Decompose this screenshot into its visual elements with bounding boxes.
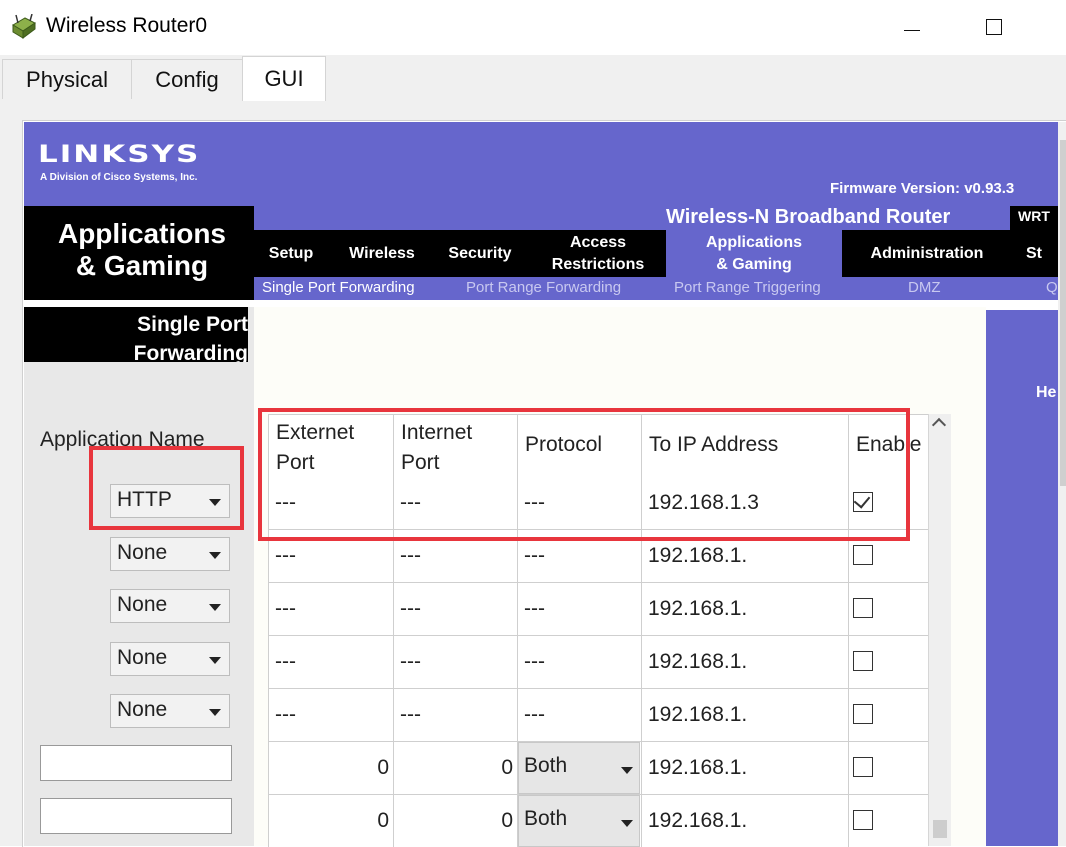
application-select-2[interactable]: None — [110, 537, 230, 571]
table-row: --- --- --- 192.168.1. — [269, 636, 929, 688]
application-select-1[interactable]: HTTP — [110, 484, 230, 518]
table-scrollbar[interactable] — [928, 414, 951, 846]
section-title: Applications & Gaming — [57, 218, 226, 281]
minimize-icon — [904, 29, 920, 31]
scroll-up-icon[interactable] — [931, 417, 947, 433]
ip-address-field[interactable]: 192.168.1. — [642, 530, 849, 582]
subnav-port-range-forwarding[interactable]: Port Range Forwarding — [466, 279, 621, 296]
scroll-thumb[interactable] — [933, 820, 947, 838]
port-forwarding-table: Externet Port Internet Port Protocol To IP… — [268, 414, 929, 847]
maximize-button[interactable] — [974, 10, 1014, 44]
table-row: --- --- --- 192.168.1. — [269, 689, 929, 741]
table-row: --- --- --- 192.168.1. — [269, 583, 929, 635]
subnav-qos[interactable]: Q — [1046, 279, 1058, 296]
nav-access-restrictions[interactable]: Access Restrictions — [532, 230, 664, 277]
column-header-internet-port: Internet Port — [394, 415, 518, 477]
minimize-button[interactable] — [892, 10, 932, 44]
linksys-logo-subtitle: A Division of Cisco Systems, Inc. — [40, 172, 198, 183]
chevron-down-icon — [621, 820, 633, 827]
application-select-4[interactable]: None — [110, 642, 230, 676]
product-name: Wireless-N Broadband Router — [666, 206, 951, 228]
enable-checkbox[interactable] — [853, 810, 873, 830]
tab-physical[interactable]: Physical — [2, 59, 132, 100]
application-name-label: Application Name — [40, 428, 205, 451]
maximize-icon — [986, 19, 1002, 35]
linksys-logo: LINKSYS — [38, 140, 201, 169]
tab-gui[interactable]: GUI — [242, 56, 326, 101]
device-tabs: Physical Config GUI — [0, 55, 1066, 101]
help-link[interactable]: He — [1036, 384, 1056, 402]
page-scroll-thumb[interactable] — [1060, 140, 1066, 486]
application-name-input-7[interactable] — [40, 798, 232, 834]
enable-checkbox[interactable] — [853, 598, 873, 618]
application-name-input-6[interactable] — [40, 745, 232, 781]
column-header-protocol: Protocol — [518, 415, 642, 477]
ip-address-field[interactable]: 192.168.1. — [642, 689, 849, 741]
subnav-single-port-forwarding[interactable]: Single Port Forwarding — [262, 279, 415, 296]
window-title-bar: Wireless Router0 — [0, 0, 1066, 55]
enable-checkbox[interactable] — [853, 545, 873, 565]
router-app-icon — [12, 14, 36, 39]
enable-checkbox[interactable] — [853, 704, 873, 724]
column-header-external-port: Externet Port — [269, 415, 394, 477]
chevron-down-icon — [209, 552, 221, 559]
enable-checkbox[interactable] — [853, 651, 873, 671]
chevron-down-icon — [621, 767, 633, 774]
ip-address-field[interactable]: 192.168.1. — [642, 742, 849, 794]
nav-setup[interactable]: Setup — [260, 230, 322, 277]
protocol-select[interactable]: Both — [518, 795, 640, 847]
nav-security[interactable]: Security — [436, 230, 524, 277]
table-row: 0 0 Both 192.168.1. — [269, 795, 929, 847]
window-title: Wireless Router0 — [46, 14, 208, 37]
ip-address-field[interactable]: 192.168.1.3 — [642, 477, 849, 529]
enable-checkbox[interactable] — [853, 491, 873, 512]
table-row: 0 0 Both 192.168.1. — [269, 742, 929, 794]
chevron-down-icon — [209, 604, 221, 611]
external-port-input[interactable]: 0 — [269, 742, 394, 794]
tab-config[interactable]: Config — [131, 59, 243, 100]
table-row: --- --- --- 192.168.1.3 — [269, 477, 929, 529]
linksys-banner: LINKSYS A Division of Cisco Systems, Inc… — [24, 122, 1066, 206]
check-icon — [853, 491, 871, 509]
application-select-5[interactable]: None — [110, 694, 230, 728]
nav-wireless[interactable]: Wireless — [338, 230, 426, 277]
ip-address-field[interactable]: 192.168.1. — [642, 583, 849, 635]
column-header-to-ip-address: To IP Address — [642, 415, 849, 477]
internal-port-input[interactable]: 0 — [394, 795, 518, 847]
firmware-version: Firmware Version: v0.93.3 — [830, 180, 1015, 197]
chevron-down-icon — [209, 657, 221, 664]
subnav-port-range-triggering[interactable]: Port Range Triggering — [674, 279, 821, 296]
chevron-down-icon — [209, 709, 221, 716]
internal-port-input[interactable]: 0 — [394, 742, 518, 794]
enable-checkbox[interactable] — [853, 757, 873, 777]
protocol-select[interactable]: Both — [518, 742, 640, 794]
table-header: Externet Port Internet Port Protocol To IP… — [269, 415, 929, 477]
nav-applications-gaming[interactable]: Applications & Gaming — [666, 230, 842, 277]
column-header-enable: Enable — [856, 433, 922, 456]
external-port-input[interactable]: 0 — [269, 795, 394, 847]
chevron-down-icon — [209, 499, 221, 506]
ip-address-field[interactable]: 192.168.1. — [642, 795, 849, 847]
left-heading: Single Port Forwarding — [133, 313, 248, 365]
nav-administration[interactable]: Administration — [852, 230, 1002, 277]
ip-address-field[interactable]: 192.168.1. — [642, 636, 849, 688]
table-row: --- --- --- 192.168.1. — [269, 530, 929, 582]
application-select-3[interactable]: None — [110, 589, 230, 623]
subnav-dmz[interactable]: DMZ — [908, 279, 941, 296]
